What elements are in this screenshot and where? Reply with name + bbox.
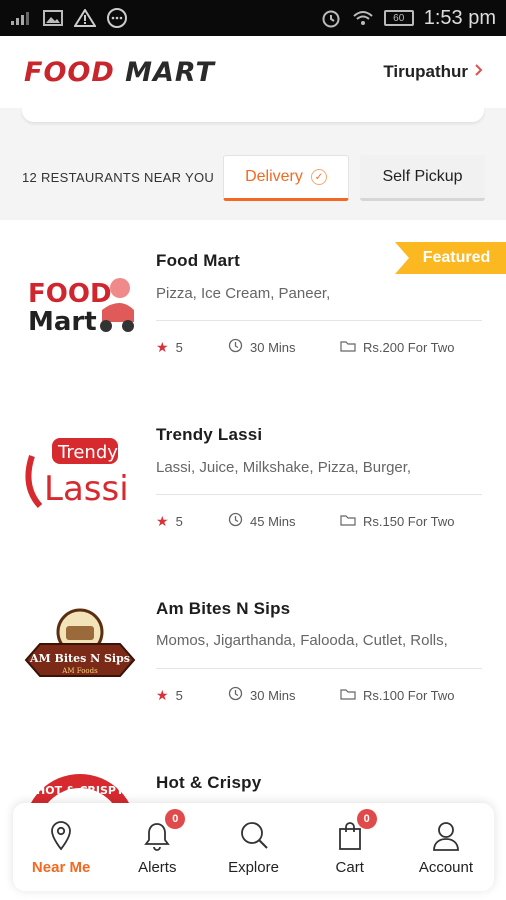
tab-self-pickup[interactable]: Self Pickup — [360, 155, 485, 201]
rating: 5 — [175, 687, 183, 703]
star-icon: ★ — [156, 338, 169, 355]
restaurant-cuisines: Pizza, Ice Cream, Paneer, — [156, 285, 331, 302]
clock-icon — [228, 338, 243, 356]
restaurant-name: Trendy Lassi — [156, 425, 263, 444]
delivery-time: 30 Mins — [250, 687, 296, 703]
featured-badge: Featured — [395, 242, 506, 274]
chevron-right-icon — [474, 62, 484, 82]
divider — [156, 494, 482, 495]
svg-text:HOT & CRISPY: HOT & CRISPY — [36, 784, 125, 797]
restaurant-name: Hot & Crispy — [156, 773, 262, 792]
svg-text:Mart: Mart — [28, 307, 97, 337]
image-icon — [42, 9, 64, 27]
restaurant-logo: AM Bites N Sips AM Foods — [22, 604, 138, 694]
location-label: Tirupathur — [383, 62, 468, 81]
clock-icon — [228, 686, 243, 704]
cost-for-two: Rs.100 For Two — [363, 687, 455, 703]
restaurant-meta: ★ 5 30 Mins Rs.200 For Two — [156, 338, 455, 356]
alarm-icon — [320, 9, 342, 28]
restaurant-cuisines: Lassi, Juice, Milkshake, Pizza, Burger, — [156, 459, 412, 476]
divider — [156, 320, 482, 321]
battery-icon: 60 — [383, 10, 414, 26]
restaurant-meta: ★ 5 45 Mins Rs.150 For Two — [156, 512, 455, 530]
restaurant-name: Am Bites N Sips — [156, 599, 291, 618]
chat-icon — [106, 8, 128, 28]
app-logo: FOOD MART — [24, 56, 215, 88]
status-bar: 60 1:53 pm — [0, 0, 506, 36]
rating: 5 — [175, 339, 183, 355]
bottom-navigation: Near Me 0 Alerts Explore 0 Cart Account — [13, 803, 494, 891]
search-strip[interactable] — [22, 108, 484, 122]
nav-account[interactable]: Account — [398, 803, 494, 891]
wallet-icon — [340, 339, 356, 355]
svg-text:AM Bites N Sips: AM Bites N Sips — [29, 652, 130, 665]
location-pin-icon — [48, 819, 74, 853]
user-icon — [431, 819, 461, 853]
tab-delivery[interactable]: Delivery ✓ — [223, 155, 349, 201]
shopping-bag-icon: 0 — [337, 808, 377, 853]
restaurant-count: 12 RESTAURANTS NEAR YOU — [22, 170, 215, 185]
delivery-time: 30 Mins — [250, 339, 296, 355]
location-selector[interactable]: Tirupathur — [383, 62, 484, 82]
warning-icon — [74, 9, 96, 27]
delivery-time: 45 Mins — [250, 513, 296, 529]
app-header: FOOD MART Tirupathur — [0, 36, 506, 108]
restaurant-logo: FOOD Mart — [22, 262, 138, 352]
nav-near-me[interactable]: Near Me — [13, 803, 109, 891]
svg-text:Trendy: Trendy — [57, 442, 118, 463]
clock-time: 1:53 pm — [423, 6, 496, 29]
star-icon: ★ — [156, 686, 169, 703]
restaurant-name: Food Mart — [156, 251, 240, 270]
check-circle-icon: ✓ — [310, 169, 327, 185]
restaurant-cuisines: Momos, Jigarthanda, Falooda, Cutlet, Rol… — [156, 632, 448, 649]
svg-text:FOOD: FOOD — [28, 279, 112, 309]
wifi-icon — [352, 9, 374, 27]
wallet-icon — [340, 687, 356, 703]
svg-text:Lassi: Lassi — [44, 469, 129, 509]
bell-icon: 0 — [143, 808, 186, 853]
wallet-icon — [340, 513, 356, 529]
cost-for-two: Rs.150 For Two — [363, 513, 455, 529]
restaurant-meta: ★ 5 30 Mins Rs.100 For Two — [156, 686, 455, 704]
cart-badge: 0 — [356, 808, 377, 829]
divider — [156, 668, 482, 669]
nav-alerts[interactable]: 0 Alerts — [109, 803, 205, 891]
rating: 5 — [175, 513, 183, 529]
signal-icon — [10, 9, 32, 27]
restaurant-logo: Trendy Lassi — [22, 432, 138, 522]
nav-cart[interactable]: 0 Cart — [302, 803, 398, 891]
cost-for-two: Rs.200 For Two — [363, 339, 455, 355]
svg-text:AM Foods: AM Foods — [61, 667, 98, 675]
star-icon: ★ — [156, 512, 169, 529]
clock-icon — [228, 512, 243, 530]
alerts-badge: 0 — [165, 808, 186, 829]
search-icon — [239, 819, 269, 853]
nav-explore[interactable]: Explore — [205, 803, 301, 891]
